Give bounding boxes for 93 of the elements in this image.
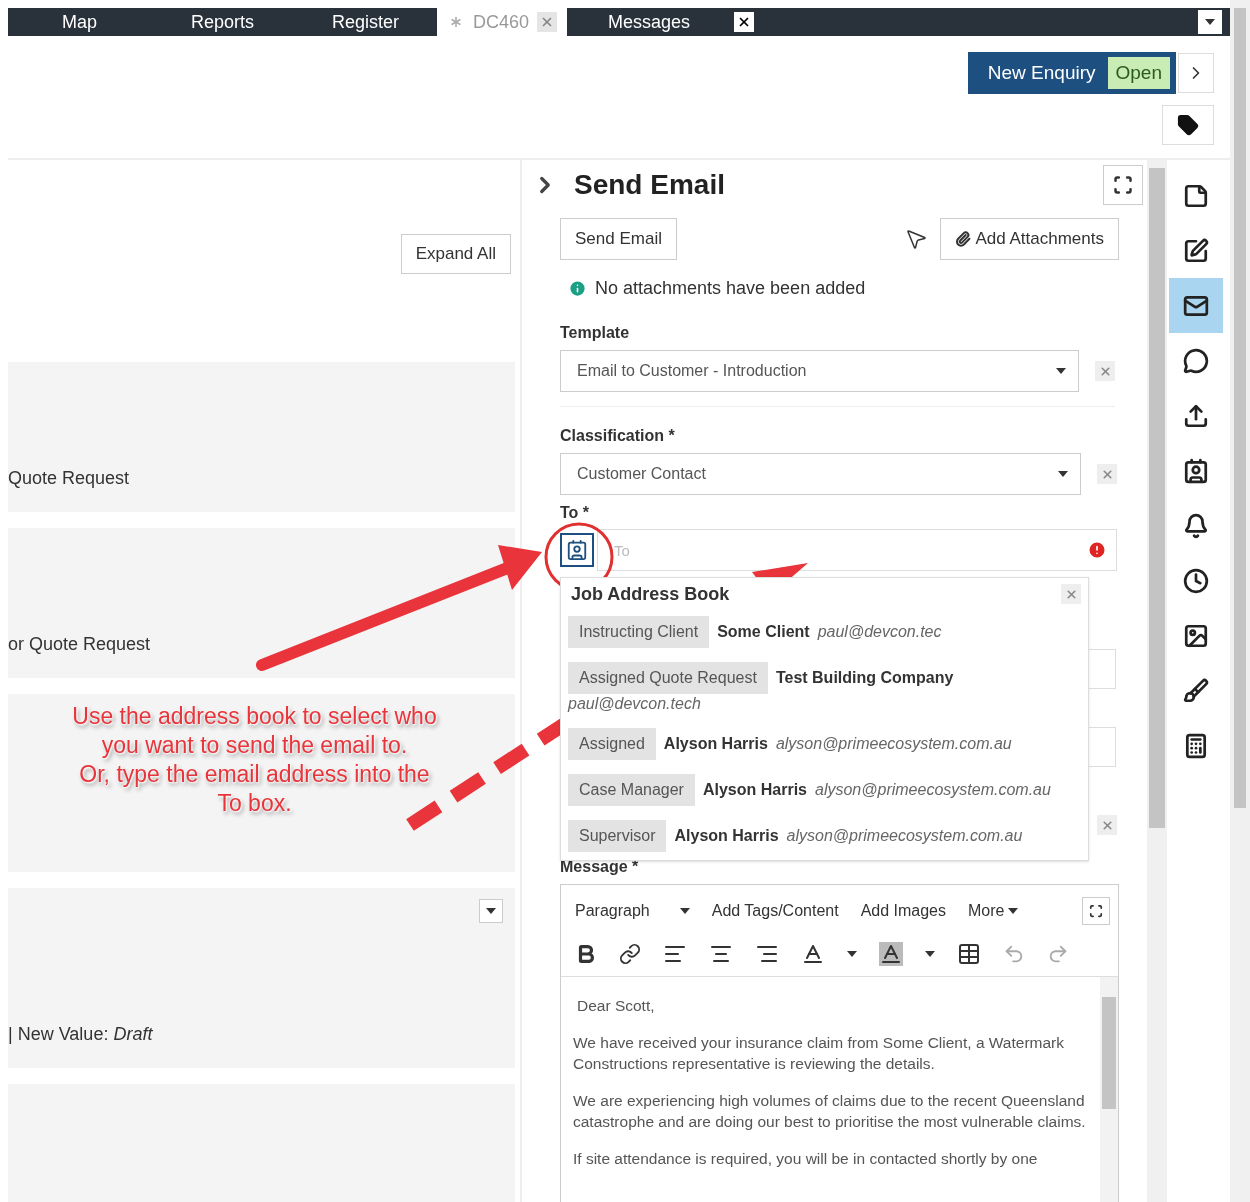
contact-email: paul@devcon.tech <box>568 694 701 714</box>
field-label: Template <box>560 324 631 342</box>
close-icon <box>1098 364 1112 378</box>
status-badge: Open <box>1107 56 1170 90</box>
send-email-button[interactable]: Send Email <box>560 218 677 260</box>
address-entry[interactable]: Instructing Client Some Client paul@devcon.tec <box>568 616 1081 648</box>
contact-card-icon <box>1183 457 1209 484</box>
contact-email: alyson@primeecosystem.com.au <box>815 780 1051 800</box>
close-button[interactable] <box>734 12 755 32</box>
fullscreen-button[interactable] <box>1103 165 1143 205</box>
image-icon <box>1183 622 1209 649</box>
nav-tab[interactable]: Map <box>8 8 151 36</box>
clear-button[interactable] <box>1095 361 1115 381</box>
highlight-icon[interactable] <box>879 941 903 966</box>
message-paragraph: Dear Scott, <box>577 996 656 1016</box>
history-text: | New Value: Draft <box>8 1023 154 1046</box>
sidebar-button[interactable] <box>1169 278 1223 333</box>
contact-email: paul@devcon.tec <box>817 622 942 642</box>
fullscreen-icon <box>1089 904 1103 918</box>
contact-email: alyson@primeecosystem.com.au <box>786 826 1023 846</box>
info-icon <box>568 278 587 298</box>
message-paragraph: We have received your insurance claim from Some Client, a Watermark Constructions representative is reviewing the details. <box>573 1033 1065 1074</box>
address-entry[interactable]: Supervisor Alyson Harris alyson@primeecosystem.com.au <box>568 820 1081 852</box>
caret-icon <box>925 950 935 957</box>
contact-name: Alyson Harris <box>674 826 779 846</box>
contact-name: Some Client <box>717 622 810 642</box>
select-field[interactable]: Email to Customer - Introduction <box>560 350 1079 392</box>
role-tag: Supervisor <box>568 820 667 852</box>
clear-button[interactable] <box>1097 815 1117 835</box>
history-text: or Quote Request <box>8 633 152 656</box>
note-icon <box>1183 182 1209 209</box>
close-icon <box>1064 587 1078 601</box>
popup-title: Job Address Book <box>571 582 730 606</box>
fullscreen-button[interactable] <box>1082 897 1110 925</box>
pencil-icon <box>1183 237 1209 264</box>
address-entry[interactable]: Case Manager Alyson Harris alyson@primeecosystem.com.au <box>568 774 1081 806</box>
new-enquiry-button[interactable]: New Enquiry Open <box>967 52 1176 94</box>
contact-card-icon <box>566 539 588 561</box>
link-icon[interactable] <box>619 942 641 965</box>
close-icon <box>1100 467 1114 481</box>
add-attachments-button[interactable]: Add Attachments <box>940 218 1119 260</box>
clock-icon <box>1183 567 1209 594</box>
editor-menu[interactable]: Add Tags/Content <box>711 899 839 923</box>
role-tag: Case Manager <box>568 774 695 806</box>
history-text: Quote Request <box>8 467 131 490</box>
caret-icon <box>1058 471 1068 477</box>
close-icon <box>1100 818 1114 832</box>
field-label: To * <box>560 504 590 522</box>
annotation-text: Use the address book to select who you want to send the email to. Or, type the email address into the To box. <box>72 702 437 818</box>
contact-name: Alyson Harris <box>702 780 807 800</box>
editor-menu[interactable]: More <box>968 899 1019 923</box>
role-tag: Assigned Quote Request <box>568 662 768 694</box>
field-label: Classification * <box>560 427 676 445</box>
nav-tab[interactable]: Reports <box>151 8 294 36</box>
tag-button[interactable] <box>1162 105 1214 145</box>
nav-tab[interactable]: Register <box>294 8 437 36</box>
role-tag: Instructing Client <box>568 616 710 648</box>
address-entry[interactable]: Assigned Alyson Harris alyson@primeecosystem.com.au <box>568 728 1081 760</box>
caret-icon <box>486 908 496 914</box>
address-entry[interactable]: Assigned Quote Request Test Building Company paul@devcon.tech <box>568 662 1081 714</box>
caret-icon <box>679 908 690 914</box>
caret-icon <box>1205 19 1215 25</box>
contact-name: Test Building Company <box>775 668 954 688</box>
caret-icon <box>847 950 857 957</box>
editor-menu[interactable]: Add Images <box>860 899 946 923</box>
message-paragraph: If site attendance is required, you will be in contacted shortly by one <box>573 1149 1039 1169</box>
caret-icon <box>1008 908 1019 914</box>
menu-button[interactable] <box>479 899 503 923</box>
format-dropdown[interactable]: Paragraph <box>575 899 690 923</box>
nav-tab[interactable]: Messages <box>571 8 755 36</box>
address-book-button[interactable] <box>560 533 594 567</box>
to-field[interactable]: To <box>597 529 1117 571</box>
upload-icon <box>1183 402 1209 429</box>
panel-title: Send Email <box>574 168 725 202</box>
brush-icon <box>1183 677 1209 704</box>
clear-button[interactable] <box>1097 464 1117 484</box>
message-paragraph: We are experiencing high volumes of claims due to the recent Queensland catastrophe and are doing our best to prioritise the most vulnerable claims. <box>573 1091 1086 1132</box>
select-field[interactable]: Customer Contact <box>560 453 1081 495</box>
calculator-icon <box>1183 732 1209 759</box>
contact-email: alyson@primeecosystem.com.au <box>775 734 1012 754</box>
mouse-pointer-icon <box>904 227 929 251</box>
info-message: No attachments have been added <box>595 278 866 298</box>
paperclip-icon <box>955 231 972 247</box>
role-tag: Assigned <box>568 728 656 760</box>
table-icon[interactable] <box>957 941 981 966</box>
contact-name: Alyson Harris <box>663 734 768 754</box>
chat-bubble-icon <box>1183 347 1209 374</box>
fullscreen-icon <box>1113 175 1133 195</box>
bell-icon <box>1183 512 1209 539</box>
caret-icon <box>1056 368 1066 374</box>
expand-all-button[interactable]: Expand All <box>400 234 511 274</box>
tag-icon <box>1177 114 1199 136</box>
dropdown-button[interactable] <box>1198 10 1222 34</box>
